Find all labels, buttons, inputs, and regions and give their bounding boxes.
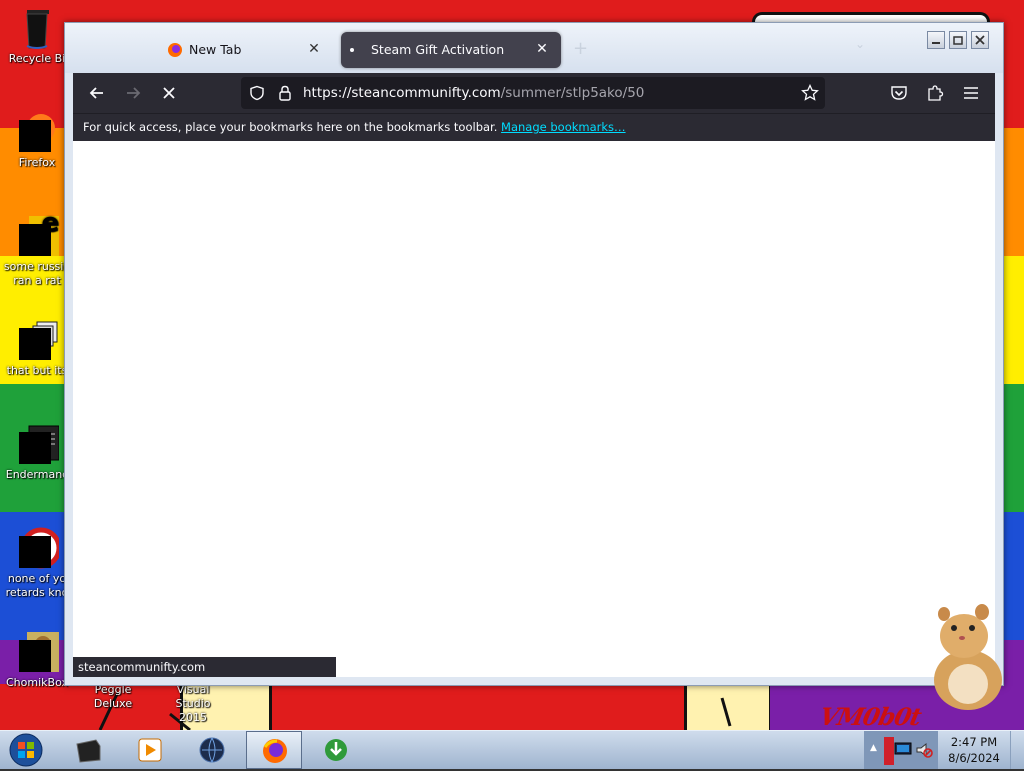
tab-title: New Tab [189, 42, 242, 57]
taskbar-app-download-manager[interactable] [308, 731, 364, 769]
minimize-button[interactable] [927, 31, 945, 49]
bookmark-star-icon[interactable] [801, 84, 819, 102]
list-all-tabs-chevron-icon[interactable]: ⌄ [855, 37, 865, 51]
taskbar-app-firefox[interactable] [246, 731, 302, 769]
clock-time: 2:47 PM [950, 735, 998, 749]
desktop-icon-label: ChomikBox [6, 676, 68, 689]
restore-button[interactable] [949, 31, 967, 49]
show-hidden-icons-arrow-icon[interactable]: ▲ [870, 743, 877, 753]
desktop-icon-label: none of yo retards kno [5, 572, 69, 599]
close-tab-button[interactable]: ✕ [533, 40, 551, 58]
desktop-icon-none-of-you[interactable]: none of yo retards kno [2, 526, 72, 600]
taskbar-app-globe[interactable] [184, 731, 240, 769]
download-globe-icon [325, 739, 347, 761]
globe-icon [199, 737, 225, 764]
desktop-icon-label: Recycle Bi [8, 52, 66, 65]
system-tray: ▲ [864, 731, 938, 769]
taskbar-app-media-player[interactable] [122, 731, 178, 769]
url-host: https://steancommunifty.com [303, 85, 501, 101]
stop-loading-button[interactable] [155, 79, 183, 107]
chomikbox-icon [15, 630, 59, 674]
firefox-icon [263, 739, 287, 763]
lock-icon[interactable] [277, 84, 293, 102]
manage-bookmarks-link[interactable]: Manage bookmarks… [501, 120, 626, 134]
hamburger-menu-icon [964, 87, 978, 99]
back-arrow-icon [89, 87, 103, 99]
desktop-icon-label: Endermanc [5, 468, 69, 481]
pocket-icon [891, 86, 907, 100]
desktop-icon-label: some russia ran a rat [3, 260, 71, 287]
desktop-icon-peggle-deluxe[interactable]: Peggle Deluxe [78, 683, 148, 711]
desktop-icon-label: that but its [6, 364, 68, 377]
app-icon [15, 526, 62, 570]
volume-muted-icon[interactable] [914, 740, 934, 760]
desktop-icon-that-but-its[interactable]: that but its [2, 318, 72, 378]
show-desktop-button[interactable] [1010, 731, 1024, 769]
taskbar: ▲ 2:47 PM 8/6/2024 [0, 730, 1024, 769]
start-button[interactable] [6, 732, 46, 768]
title-bar: New Tab ✕ Steam Gift Activation ✕ + ⌄ [65, 23, 1003, 73]
back-button[interactable] [83, 79, 111, 107]
forward-arrow-icon [127, 87, 141, 99]
page-content-area[interactable] [73, 141, 995, 677]
clock-date: 8/6/2024 [948, 751, 1000, 765]
forward-button[interactable] [119, 79, 147, 107]
browser-window: New Tab ✕ Steam Gift Activation ✕ + ⌄ ht… [64, 22, 1004, 686]
document-icon [15, 422, 60, 466]
desktop-icon-label: Peggle Deluxe [93, 683, 133, 710]
extensions-button[interactable] [921, 79, 949, 107]
stop-x-icon [163, 87, 175, 99]
taskbar-app-black-window[interactable] [60, 731, 116, 769]
app-menu-button[interactable] [957, 79, 985, 107]
firefox-icon [15, 110, 59, 154]
desktop-icon-firefox[interactable]: Firefox [2, 110, 72, 170]
desktop-icon-russian-rat[interactable]: e some russia ran a rat [2, 210, 72, 288]
puzzle-piece-icon [928, 85, 944, 101]
shield-icon[interactable] [249, 85, 265, 101]
bookmarks-toolbar: For quick access, place your bookmarks h… [73, 113, 995, 142]
desktop-icon-visual-studio[interactable]: Visual Studio 2015 [158, 683, 228, 725]
file-icon: e [15, 210, 59, 258]
media-player-icon [138, 738, 162, 762]
recycle-bin-icon [15, 6, 59, 50]
close-window-button[interactable] [971, 31, 989, 49]
hamster-desktop-pet[interactable] [924, 602, 1010, 712]
url-path: /summer/stlp5ako/50 [500, 85, 645, 101]
tab-title: Steam Gift Activation [371, 42, 505, 57]
desktop-icon-chomikbox[interactable]: ChomikBox [2, 630, 72, 690]
windows-orb-icon [9, 733, 43, 767]
desktop-icon-label: Visual Studio 2015 [175, 683, 211, 724]
new-tab-plus-icon[interactable]: + [573, 38, 588, 59]
watermark-text: VM0b0t [816, 702, 924, 731]
system-clock[interactable]: 2:47 PM 8/6/2024 [938, 734, 1010, 766]
bookmarks-toolbar-message: For quick access, place your bookmarks h… [83, 120, 626, 134]
desktop-icon-endermanch[interactable]: Endermanc [2, 422, 72, 482]
app-window-icon [76, 739, 101, 763]
desktop-icon-recycle-bin[interactable]: Recycle Bi [2, 6, 72, 66]
close-tab-button[interactable]: ✕ [305, 40, 323, 58]
navigation-toolbar: https://steancommunifty.com/summer/stlp5… [73, 73, 995, 113]
address-bar[interactable]: https://steancommunifty.com/summer/stlp5… [241, 77, 825, 109]
bookmarks-hint-text: For quick access, place your bookmarks h… [83, 120, 498, 134]
firefox-icon [168, 43, 182, 57]
folder-stack-icon [15, 318, 59, 362]
pocket-button[interactable] [885, 79, 913, 107]
loading-dot-icon [350, 48, 354, 52]
tab-new-tab[interactable]: New Tab ✕ [109, 32, 333, 68]
url-text[interactable]: https://steancommunifty.com/summer/stlp5… [303, 85, 644, 101]
tray-indicator-icon [884, 737, 894, 765]
desktop-icon-label: Firefox [18, 156, 56, 169]
tab-steam-gift-activation[interactable]: Steam Gift Activation ✕ [341, 32, 561, 68]
status-panel: steancommunifty.com [73, 657, 336, 677]
network-monitor-icon[interactable] [894, 741, 912, 759]
